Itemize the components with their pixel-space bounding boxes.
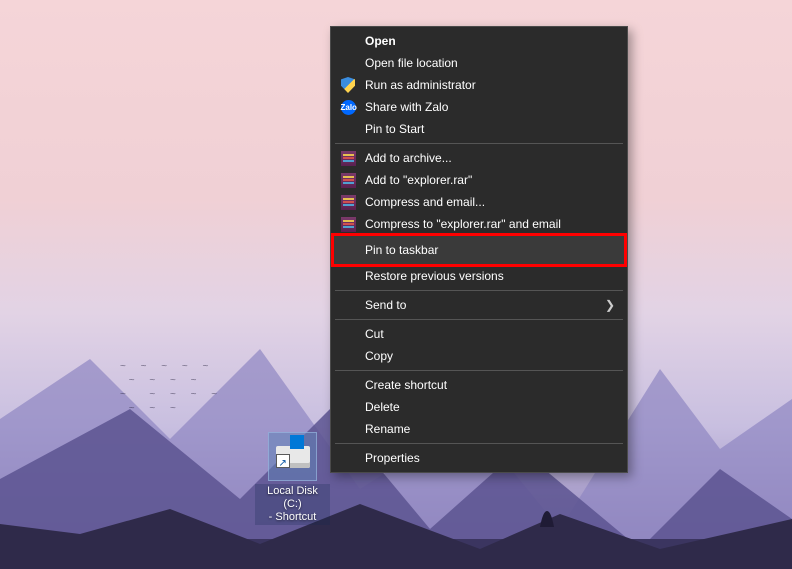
menu-item-restore-previous-versions[interactable]: Restore previous versions	[333, 265, 625, 287]
archive-icon	[339, 215, 357, 233]
birds-decoration: ~ ~ ~ ~ ~ ~ ~ ~ ~~ ~ ~ ~ ~ ~ ~ ~	[120, 360, 320, 416]
menu-item-copy[interactable]: Copy	[333, 345, 625, 367]
menu-separator	[335, 319, 623, 320]
drive-icon: ↗	[276, 446, 310, 468]
menu-item-compress-to-explorer-and-email[interactable]: Compress to "explorer.rar" and email	[333, 213, 625, 235]
menu-separator	[335, 143, 623, 144]
menu-item-compress-and-email[interactable]: Compress and email...	[333, 191, 625, 213]
archive-icon	[339, 193, 357, 211]
menu-item-open-file-location[interactable]: Open file location	[333, 52, 625, 74]
menu-item-add-to-explorer-rar[interactable]: Add to "explorer.rar"	[333, 169, 625, 191]
menu-item-add-to-archive[interactable]: Add to archive...	[333, 147, 625, 169]
desktop-shortcut-local-disk-c[interactable]: ↗ Local Disk (C:) - Shortcut	[255, 432, 330, 525]
context-menu: Open Open file location Run as administr…	[330, 26, 628, 473]
menu-item-run-as-administrator[interactable]: Run as administrator	[333, 74, 625, 96]
menu-item-share-with-zalo[interactable]: Zalo Share with Zalo	[333, 96, 625, 118]
archive-icon	[339, 149, 357, 167]
menu-separator	[335, 443, 623, 444]
menu-item-properties[interactable]: Properties	[333, 447, 625, 469]
archive-icon	[339, 171, 357, 189]
menu-item-delete[interactable]: Delete	[333, 396, 625, 418]
menu-item-pin-to-start[interactable]: Pin to Start	[333, 118, 625, 140]
menu-item-pin-to-taskbar[interactable]: Pin to taskbar	[333, 235, 625, 265]
zalo-icon: Zalo	[339, 98, 357, 116]
menu-item-open[interactable]: Open	[333, 30, 625, 52]
menu-item-rename[interactable]: Rename	[333, 418, 625, 440]
chevron-right-icon: ❯	[605, 298, 615, 312]
desktop-icon-label-line2: - Shortcut	[269, 511, 317, 523]
menu-separator	[335, 370, 623, 371]
menu-item-create-shortcut[interactable]: Create shortcut	[333, 374, 625, 396]
menu-separator	[335, 290, 623, 291]
shield-icon	[339, 76, 357, 94]
desktop-icon-label-line1: Local Disk (C:)	[267, 485, 318, 510]
menu-item-cut[interactable]: Cut	[333, 323, 625, 345]
menu-item-send-to[interactable]: Send to ❯	[333, 294, 625, 316]
